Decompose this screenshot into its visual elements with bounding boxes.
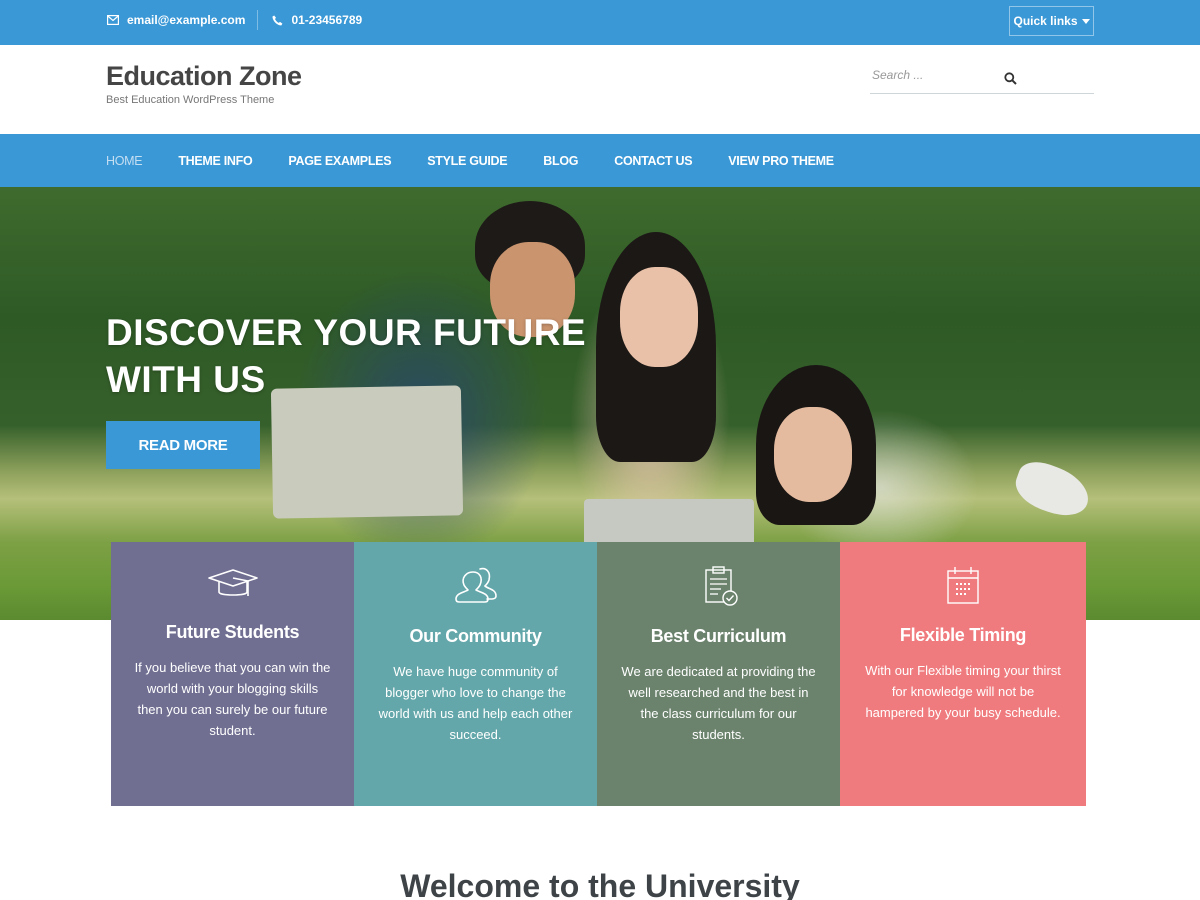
nav-item-style-guide[interactable]: STYLE GUIDE (427, 154, 507, 168)
nav-item-page-examples[interactable]: PAGE EXAMPLES (288, 154, 391, 168)
feature-card-flexible-timing[interactable]: Flexible Timing With our Flexible timing… (840, 542, 1086, 806)
phone-icon (270, 13, 284, 27)
nav-item-view-pro-theme[interactable]: VIEW PRO THEME (728, 154, 834, 168)
features-section: Future Students If you believe that you … (111, 542, 1086, 806)
site-title[interactable]: Education Zone (106, 61, 302, 92)
feature-title: Future Students (165, 622, 300, 642)
feature-title: Flexible Timing (899, 625, 1027, 645)
site-description: Best Education WordPress Theme (106, 94, 275, 106)
search-icon[interactable] (1004, 72, 1018, 86)
nav-item-theme-info[interactable]: THEME INFO (178, 154, 252, 168)
contact-divider (257, 10, 259, 30)
quick-links-label: Quick links (1013, 14, 1078, 28)
feature-text: If you believe that you can win the worl… (134, 660, 331, 738)
nav-item-contact-us[interactable]: CONTACT US (614, 154, 692, 168)
calendar-icon (933, 564, 993, 608)
feature-title: Our Community (409, 626, 542, 646)
hero-title: DISCOVER YOUR FUTURE WITH US (106, 312, 587, 400)
feature-text: With our Flexible timing your thirst for… (865, 663, 1061, 720)
graduation-cap-icon (203, 564, 263, 608)
read-more-button[interactable]: READ MORE (106, 421, 260, 469)
nav-item-blog[interactable]: BLOG (543, 154, 578, 168)
welcome-heading: Welcome to the University (400, 868, 800, 900)
hero-photo-student-3-face (774, 407, 852, 502)
main-navigation: HOME THEME INFO PAGE EXAMPLES STYLE GUID… (0, 134, 1200, 187)
feature-card-our-community[interactable]: Our Community We have huge community of … (354, 542, 597, 806)
feature-title: Best Curriculum (650, 626, 787, 646)
feature-card-best-curriculum[interactable]: Best Curriculum We are dedicated at prov… (597, 542, 840, 806)
hero-photo-laptop (270, 385, 464, 519)
feature-text: We have huge community of blogger who lo… (378, 664, 573, 742)
caret-down-icon (1081, 19, 1090, 24)
search-form (870, 65, 1094, 94)
hero-photo-shoe (1009, 455, 1096, 524)
contact-info: email@example.com 01-23456789 (106, 0, 362, 40)
clipboard-check-icon (689, 564, 749, 608)
site-header: Education Zone Best Education WordPress … (0, 45, 1200, 134)
quick-links-dropdown[interactable]: Quick links (1009, 6, 1094, 36)
phone-text[interactable]: 01-23456789 (291, 13, 362, 27)
hero-photo-student-2-face (620, 267, 698, 367)
phone-contact[interactable]: 01-23456789 (270, 13, 362, 27)
email-text[interactable]: email@example.com (127, 13, 245, 27)
users-icon (446, 564, 506, 608)
feature-card-future-students[interactable]: Future Students If you believe that you … (111, 542, 354, 806)
nav-item-home[interactable]: HOME (106, 154, 143, 168)
feature-text: We are dedicated at providing the well r… (621, 664, 816, 742)
envelope-icon (106, 13, 120, 27)
search-input[interactable] (872, 68, 992, 82)
email-contact[interactable]: email@example.com (106, 13, 245, 27)
top-bar: email@example.com 01-23456789 Quick link… (0, 0, 1200, 45)
